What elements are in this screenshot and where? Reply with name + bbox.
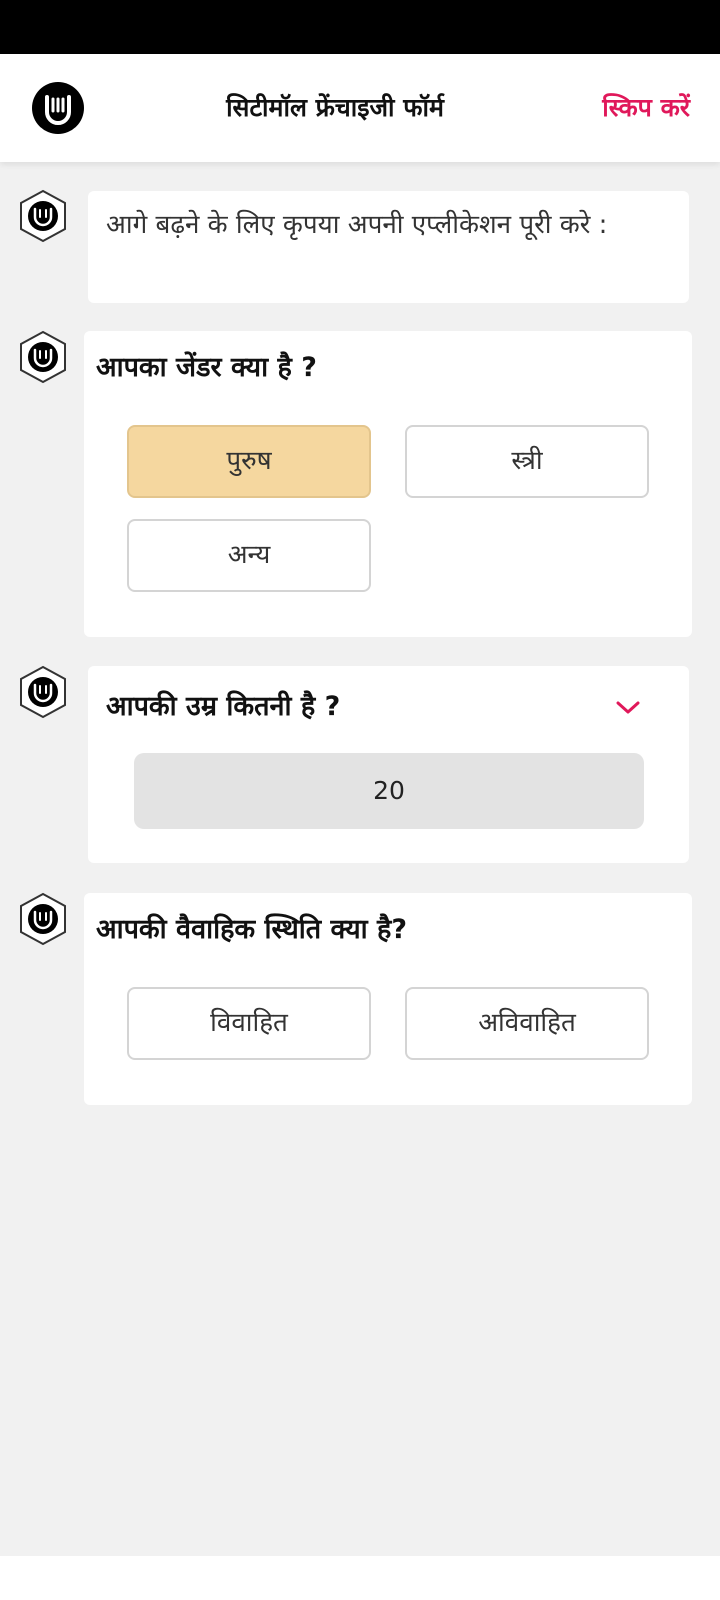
skip-button[interactable]: स्किप करें bbox=[602, 54, 690, 162]
gender-option-other[interactable]: अन्य bbox=[127, 519, 371, 592]
bot-avatar-icon bbox=[20, 665, 66, 719]
app-header: सिटीमॉल फ्रेंचाइजी फॉर्म स्किप करें bbox=[0, 54, 720, 162]
status-bar bbox=[0, 0, 720, 54]
bot-avatar-icon bbox=[20, 330, 66, 384]
gender-option-male[interactable]: पुरुष bbox=[127, 425, 371, 498]
intro-message: आगे बढ़ने के लिए कृपया अपनी एप्लीकेशन पू… bbox=[106, 210, 608, 240]
bottom-navigation-area bbox=[0, 1556, 720, 1600]
marital-option-married[interactable]: विवाहित bbox=[127, 987, 371, 1060]
page-title: सिटीमॉल फ्रेंचाइजी फॉर्म bbox=[226, 93, 444, 122]
marital-option-unmarried[interactable]: अविवाहित bbox=[405, 987, 649, 1060]
age-question-card: आपकी उम्र कितनी है ? 20 bbox=[88, 666, 689, 863]
gender-option-female[interactable]: स्त्री bbox=[405, 425, 649, 498]
gender-question: आपका जेंडर क्या है ? bbox=[96, 352, 317, 383]
marital-question-card: आपकी वैवाहिक स्थिति क्या है? विवाहित अवि… bbox=[84, 893, 692, 1105]
age-value-field[interactable]: 20 bbox=[134, 753, 644, 829]
gender-question-card: आपका जेंडर क्या है ? पुरुष स्त्री अन्य bbox=[84, 331, 692, 637]
age-question: आपकी उम्र कितनी है ? bbox=[106, 691, 341, 722]
chevron-down-icon[interactable] bbox=[614, 698, 642, 718]
intro-message-card: आगे बढ़ने के लिए कृपया अपनी एप्लीकेशन पू… bbox=[88, 191, 689, 303]
bot-avatar-icon bbox=[20, 892, 66, 946]
bot-avatar-icon bbox=[20, 189, 66, 243]
citymall-logo-icon bbox=[32, 82, 84, 134]
marital-question: आपकी वैवाहिक स्थिति क्या है? bbox=[96, 914, 408, 945]
